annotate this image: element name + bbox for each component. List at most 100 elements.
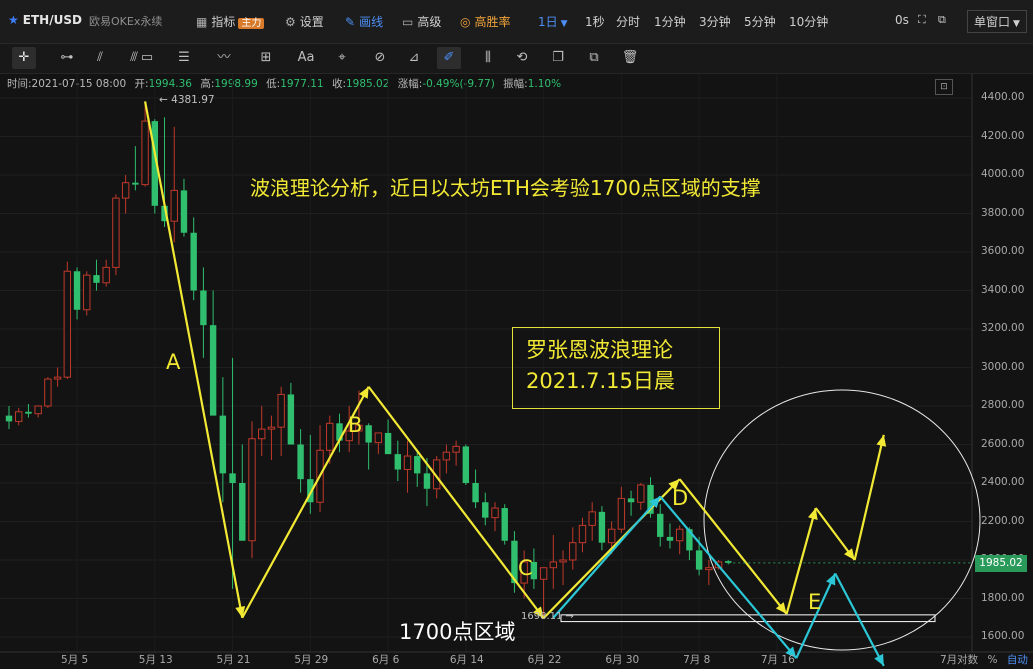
measure-icon[interactable]: ⊞ bbox=[254, 47, 278, 69]
top-toolbar: ★ ETH/USD 欧易OKEx永续 ▦ 指标 主力 ⚙ 设置 ✎ 画线 ▭ 高级 ◎ 高胜率… bbox=[0, 0, 1033, 44]
candle-body bbox=[423, 473, 431, 489]
candle-body bbox=[627, 498, 635, 503]
candle-body bbox=[326, 422, 334, 451]
y-tick-label: 2800.00 bbox=[981, 399, 1025, 411]
wave-pattern-icon[interactable]: 〰 bbox=[212, 47, 236, 69]
layers-icon[interactable]: ⧉ bbox=[582, 47, 606, 69]
y-tick-label: 3000.00 bbox=[981, 360, 1025, 373]
trend-line-icon[interactable]: ⫽ bbox=[88, 47, 112, 69]
candle-body bbox=[93, 275, 100, 283]
candle-body bbox=[287, 394, 295, 445]
interval-timeshare[interactable]: 分时 bbox=[616, 13, 640, 30]
crosshair-icon[interactable]: ✛ bbox=[12, 47, 36, 69]
candle bbox=[491, 502, 499, 532]
candle-body bbox=[53, 376, 62, 380]
candle-body bbox=[112, 197, 120, 268]
x-tick-label: 5月 21 bbox=[216, 654, 251, 666]
y-tick-label: 4400.00 bbox=[981, 91, 1025, 103]
draw-mode-icon[interactable]: ✐ bbox=[437, 47, 461, 69]
popout-icon[interactable]: ⧉ bbox=[938, 13, 946, 27]
wave-label-b: B bbox=[348, 413, 363, 437]
candle-body bbox=[267, 426, 276, 430]
candle-body bbox=[15, 411, 23, 422]
indicator-button[interactable]: ▦ 指标 主力 bbox=[196, 13, 265, 30]
winrate-button[interactable]: ◎ 高胜率 bbox=[460, 13, 511, 30]
interval-3m[interactable]: 3分钟 bbox=[699, 13, 731, 30]
briefcase-icon: ▭ bbox=[402, 15, 414, 29]
x-tick-label: 7月 8 bbox=[683, 654, 711, 666]
candle bbox=[637, 483, 645, 510]
candle-body bbox=[229, 473, 236, 483]
wave-label-a: A bbox=[166, 350, 181, 374]
candle bbox=[414, 452, 421, 487]
candle-body bbox=[549, 561, 558, 569]
expand-icon[interactable]: ⊡ bbox=[935, 79, 953, 95]
exchange-name: 欧易OKEx永续 bbox=[89, 15, 163, 28]
candle-style-icon[interactable]: ⫼ bbox=[476, 47, 500, 69]
interval-1m[interactable]: 1分钟 bbox=[654, 13, 686, 30]
interval-1s[interactable]: 1秒 bbox=[585, 13, 605, 30]
fibonacci-icon[interactable]: ☰ bbox=[172, 47, 196, 69]
trash-icon[interactable]: 🗑 bbox=[618, 47, 642, 69]
candle bbox=[394, 440, 401, 482]
candle bbox=[277, 386, 285, 457]
settings-button[interactable]: ⚙ 设置 bbox=[285, 13, 324, 30]
advanced-button[interactable]: ▭ 高级 bbox=[402, 13, 441, 30]
star-icon[interactable]: ★ bbox=[8, 13, 19, 27]
candle-body bbox=[219, 415, 227, 474]
text-tool[interactable]: Aa bbox=[294, 47, 318, 69]
candle-body bbox=[34, 405, 42, 415]
y-tick-label: 2400.00 bbox=[981, 476, 1025, 488]
candle-body bbox=[607, 528, 616, 544]
focus-circle bbox=[703, 389, 981, 651]
candle-body bbox=[365, 425, 372, 443]
ruler-icon[interactable]: ⊿ bbox=[402, 47, 426, 69]
window-mode-dropdown[interactable]: 单窗口 ▼ bbox=[967, 10, 1027, 33]
title-line-1: 罗张恩波浪理论 bbox=[526, 338, 673, 362]
interval-5m[interactable]: 5分钟 bbox=[744, 13, 776, 30]
candle bbox=[121, 175, 130, 214]
rectangle-icon[interactable]: ▭ bbox=[135, 47, 159, 69]
candle-body bbox=[414, 456, 421, 474]
x-tick-label: 6月 22 bbox=[527, 654, 562, 666]
symbol-selector[interactable]: ★ ETH/USD bbox=[8, 13, 82, 27]
candle-body bbox=[5, 415, 13, 422]
candle-body bbox=[180, 190, 188, 233]
support-zone-label: 1700点区域 bbox=[399, 620, 516, 644]
pencil-icon: ✎ bbox=[345, 15, 356, 29]
candle-body bbox=[578, 524, 587, 544]
x-tick-label: 5月 13 bbox=[138, 654, 173, 666]
wave-yellow-segment bbox=[143, 101, 244, 618]
auto-toggle[interactable]: 自动 bbox=[1007, 654, 1028, 666]
candle-body bbox=[695, 550, 703, 570]
brush-icon[interactable]: ⊘ bbox=[368, 47, 392, 69]
title-line-2: 2021.7.15日晨 bbox=[526, 369, 675, 393]
candle bbox=[666, 523, 674, 549]
drawline-button[interactable]: ✎ 画线 bbox=[345, 13, 383, 30]
horizontal-line-icon[interactable]: ⊶ bbox=[55, 47, 79, 69]
copy-icon[interactable]: ❐ bbox=[546, 47, 570, 69]
candle-body bbox=[63, 270, 72, 378]
interval-dropdown[interactable]: 1日 ▼ bbox=[538, 13, 568, 30]
fullscreen-icon[interactable]: ⛶ bbox=[918, 13, 926, 27]
log-scale-toggle[interactable]: 7月对数 bbox=[940, 654, 978, 666]
candle bbox=[374, 432, 383, 455]
percent-toggle[interactable]: % bbox=[988, 654, 998, 666]
candle-body bbox=[25, 411, 32, 414]
candle-body bbox=[297, 444, 304, 480]
indicator-badge: 主力 bbox=[238, 18, 265, 29]
interval-10m[interactable]: 10分钟 bbox=[789, 13, 828, 30]
candle-body bbox=[239, 483, 246, 541]
candle bbox=[132, 146, 139, 191]
gear-icon: ⚙ bbox=[285, 15, 296, 29]
wave-yellow-segment bbox=[678, 478, 788, 615]
indicator-icon: ▦ bbox=[196, 15, 208, 29]
candle-body bbox=[248, 438, 256, 542]
undo-icon[interactable]: ⟲ bbox=[510, 47, 534, 69]
candle bbox=[44, 377, 52, 408]
magnet-icon[interactable]: ⌖ bbox=[330, 47, 354, 69]
candle-body bbox=[617, 497, 626, 530]
candle-body bbox=[258, 428, 266, 440]
candle bbox=[549, 534, 558, 589]
candle bbox=[569, 527, 577, 570]
